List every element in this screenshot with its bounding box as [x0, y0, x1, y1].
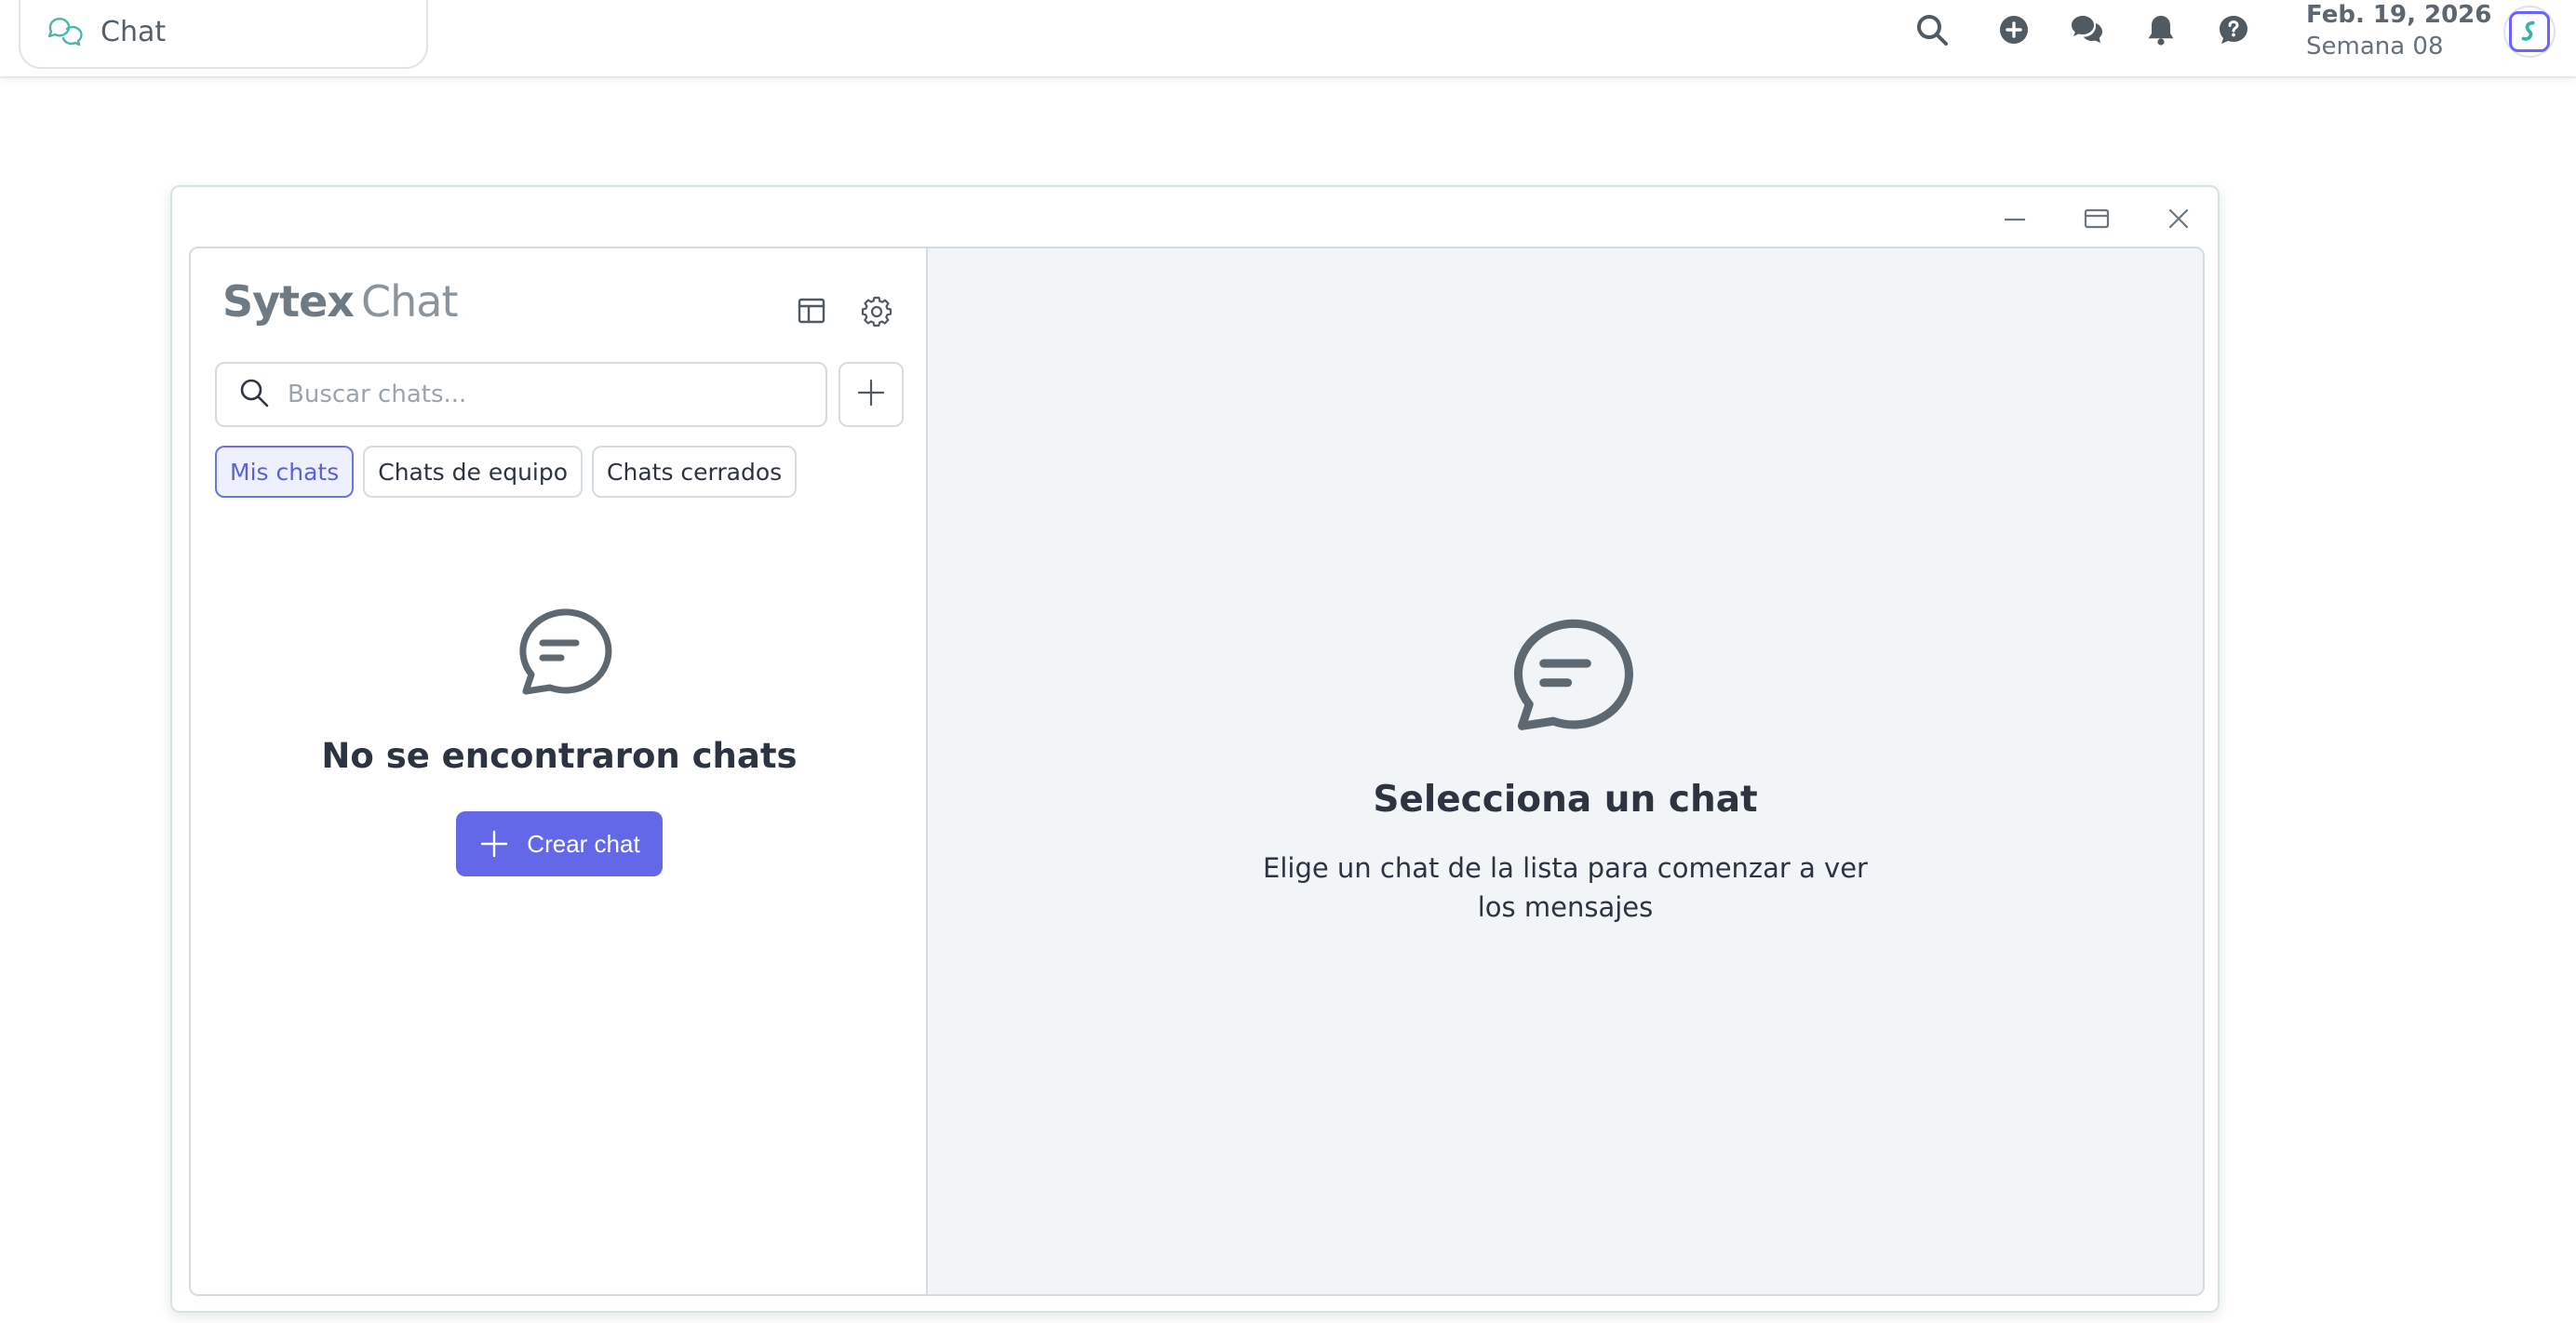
date-block: Feb. 19, 2026 Semana 08: [2306, 0, 2491, 63]
bell-icon[interactable]: [2140, 11, 2181, 48]
chat-main-pane: Selecciona un chat Elige un chat de la l…: [928, 248, 2203, 1294]
help-icon[interactable]: [2213, 11, 2254, 48]
brand-secondary: Chat: [360, 276, 458, 327]
create-chat-button[interactable]: Crear chat: [456, 811, 663, 876]
current-date: Feb. 19, 2026: [2306, 1, 2492, 29]
minimize-icon[interactable]: [1991, 200, 2039, 237]
chat-sidebar: Sytex Chat Buscar chats... Mis chats Cha…: [191, 248, 928, 1294]
app-logo-icon: [2509, 11, 2550, 52]
no-chat-selected: Selecciona un chat Elige un chat de la l…: [928, 606, 2203, 927]
search-box: [215, 362, 827, 427]
chat-bubble-icon: [1496, 606, 1635, 749]
module-selector[interactable]: Chat: [19, 0, 428, 69]
chat-window: Sytex Chat Buscar chats... Mis chats Cha…: [170, 185, 2220, 1313]
tab-chats-de-equipo[interactable]: Chats de equipo: [363, 446, 584, 498]
brand-logo: Sytex Chat: [222, 276, 458, 327]
plus-icon: [481, 830, 508, 858]
search-icon[interactable]: [1912, 11, 1952, 48]
search-input[interactable]: [288, 381, 809, 408]
current-week: Semana 08: [2306, 33, 2444, 60]
create-chat-label: Crear chat: [527, 829, 640, 858]
add-chat-button[interactable]: [839, 362, 904, 427]
chat-bubble-icon: [505, 598, 613, 710]
layout-icon[interactable]: [788, 287, 835, 334]
empty-main-title: Selecciona un chat: [1373, 779, 1758, 821]
plus-circle-icon[interactable]: [1993, 11, 2034, 48]
gear-icon[interactable]: [853, 287, 900, 334]
empty-main-description: Elige un chat de la lista para comenzar …: [1263, 852, 1868, 923]
brand-primary: Sytex: [222, 276, 355, 327]
empty-list-title: No se encontraron chats: [321, 736, 798, 776]
close-icon[interactable]: [2154, 200, 2203, 237]
tab-chats-cerrados[interactable]: Chats cerrados: [592, 446, 798, 498]
avatar[interactable]: [2503, 6, 2556, 58]
search-icon: [237, 376, 271, 413]
chat-bubbles-icon: [45, 10, 84, 53]
tab-mis-chats[interactable]: Mis chats: [215, 446, 355, 498]
chat-tabs: Mis chats Chats de equipo Chats cerrados: [215, 446, 798, 498]
plus-icon: [855, 377, 887, 412]
top-bar: Chat Feb. 19, 2026 Semana 08: [0, 0, 2576, 78]
chat-bubbles-icon[interactable]: [2066, 11, 2107, 48]
empty-chat-list: No se encontraron chats Crear chat: [191, 598, 928, 876]
maximize-icon[interactable]: [2073, 200, 2121, 237]
module-label: Chat: [101, 15, 167, 48]
chat-frame: Sytex Chat Buscar chats... Mis chats Cha…: [189, 247, 2205, 1296]
